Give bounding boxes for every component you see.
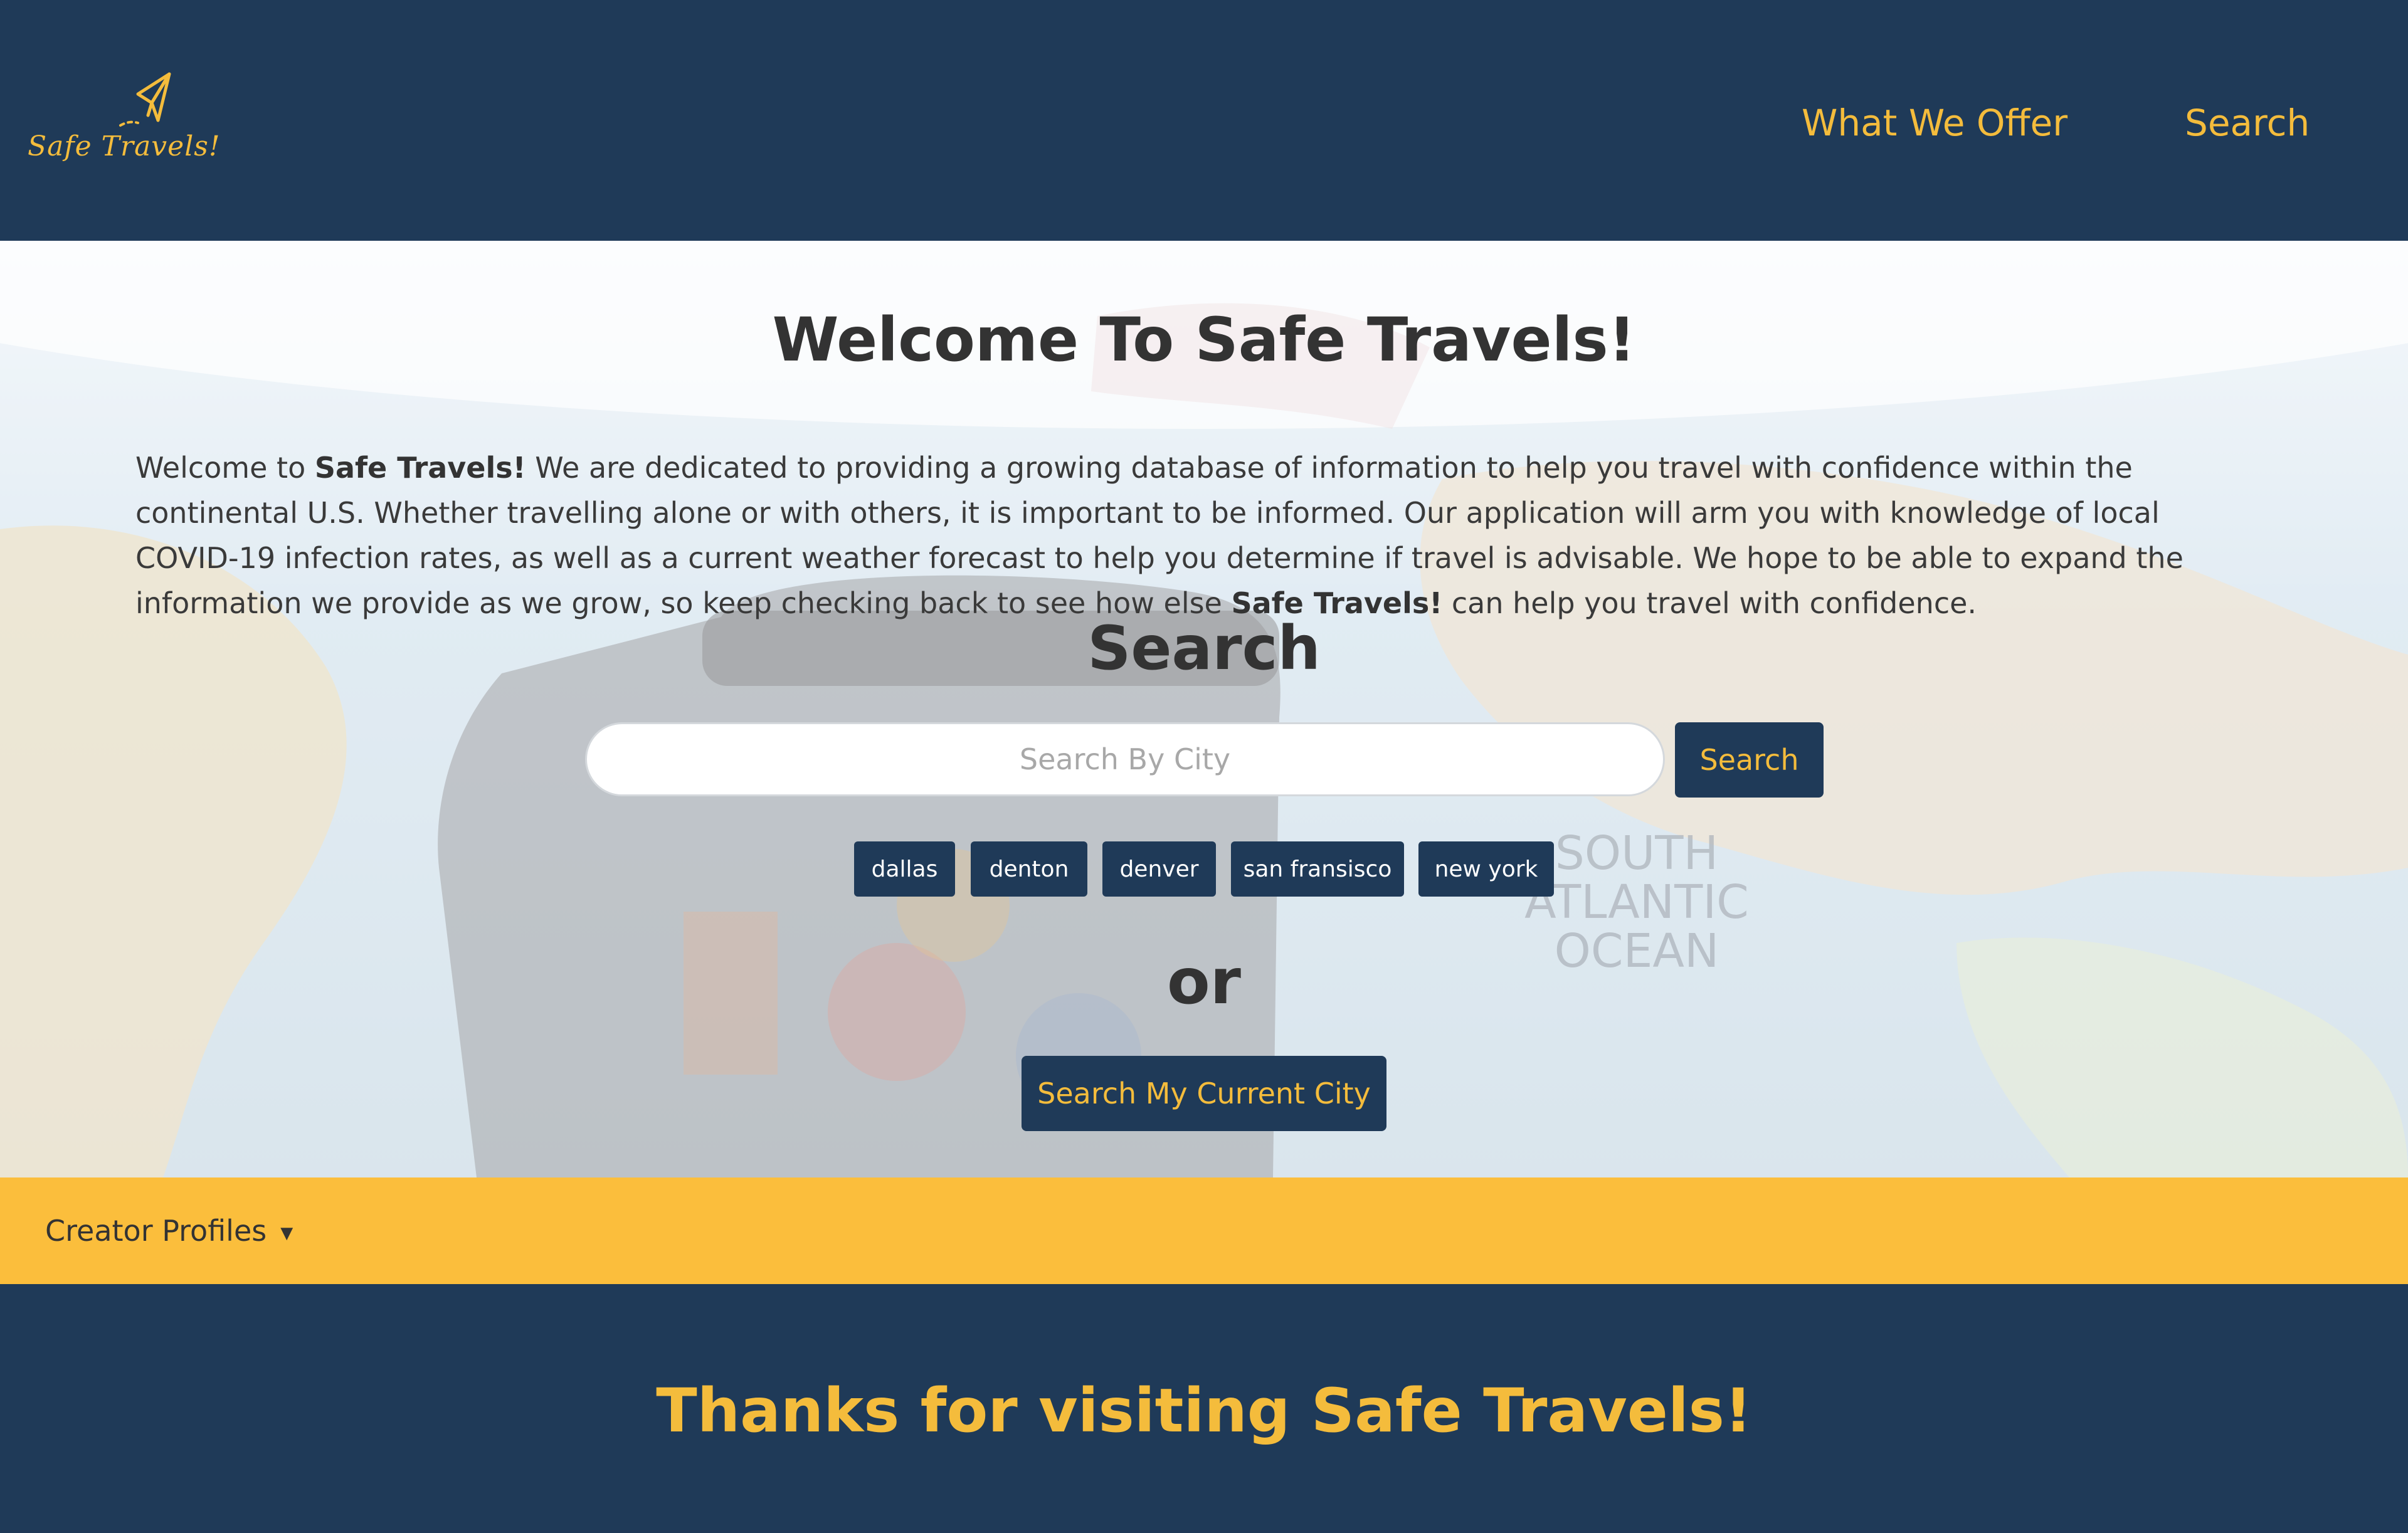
search-button[interactable]: Search (1675, 722, 1824, 798)
city-chip-denton[interactable]: denton (971, 841, 1087, 897)
intro-paragraph: Welcome to Safe Travels! We are dedicate… (135, 451, 2184, 620)
or-divider: or (1166, 945, 1242, 1018)
brand-name: Safe Travels! (314, 451, 526, 485)
hero-title: Welcome To Safe Travels! (772, 305, 1636, 375)
creator-profiles-label: Creator Profiles (45, 1214, 267, 1248)
nav-link-what-we-offer[interactable]: What We Offer (1802, 99, 2067, 147)
hero-section: SOUTH ATLANTIC OCEAN Welcome To Safe Tra… (0, 241, 2408, 1177)
recent-cities: dallas denton denver san fransisco new y… (0, 841, 2408, 898)
search-current-city-button[interactable]: Search My Current City (1022, 1056, 1386, 1131)
logo-text: Safe Travels! (28, 130, 221, 162)
city-chip-san-fransisco[interactable]: san fransisco (1231, 841, 1404, 897)
city-chip-new-york[interactable]: new york (1418, 841, 1554, 897)
city-chip-denver[interactable]: denver (1102, 841, 1216, 897)
creator-profiles-toggle[interactable]: Creator Profiles ▼ (45, 1209, 293, 1255)
nav-link-search[interactable]: Search (2185, 99, 2310, 147)
footer-message: Thanks for visiting Safe Travels! (656, 1376, 1752, 1446)
creator-profiles-banner: Creator Profiles ▼ (0, 1177, 2408, 1284)
footer: Thanks for visiting Safe Travels! (0, 1284, 2408, 1533)
city-search-input[interactable] (585, 722, 1665, 796)
caret-down-icon: ▼ (280, 1223, 293, 1243)
hero-overlay (0, 241, 2408, 1177)
logo[interactable]: Safe Travels! (28, 63, 220, 176)
city-chip-dallas[interactable]: dallas (854, 841, 955, 897)
paper-plane-icon (119, 72, 171, 127)
search-heading: Search (1087, 613, 1321, 683)
navbar: Safe Travels! What We Offer Search (0, 0, 2408, 241)
